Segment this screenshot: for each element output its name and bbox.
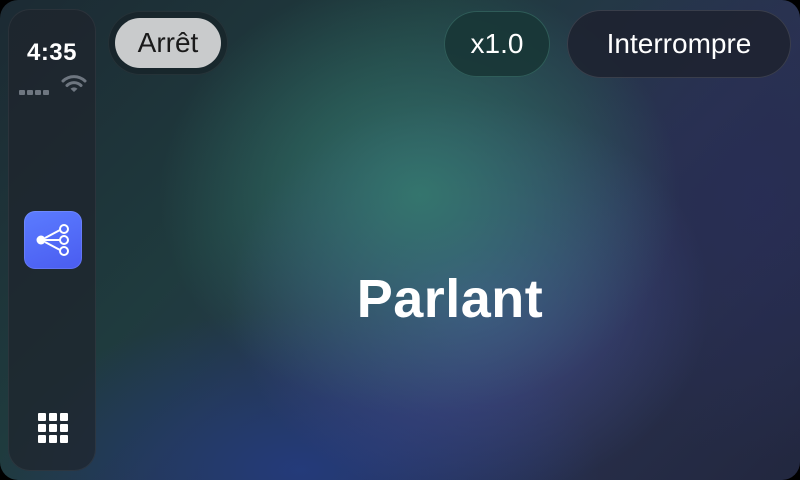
stop-button-label: Arrêt [115,18,221,68]
playback-speed-button[interactable]: x1.0 [444,11,550,77]
speaking-status-text: Parlant [356,269,544,329]
wifi-icon [61,75,87,92]
interrupt-button[interactable]: Interrompre [567,10,791,78]
share-network-icon [36,224,69,256]
stop-button[interactable]: Arrêt [108,11,228,75]
share-network-app-icon[interactable] [24,211,82,269]
app-grid-icon[interactable] [38,413,68,443]
status-time: 4:35 [26,39,78,66]
dock: 4:35 [8,9,96,471]
cellular-signal-icon [19,90,49,95]
carplay-screen: 4:35 Arrêt x1.0 Interrompre Parlant [0,0,800,480]
